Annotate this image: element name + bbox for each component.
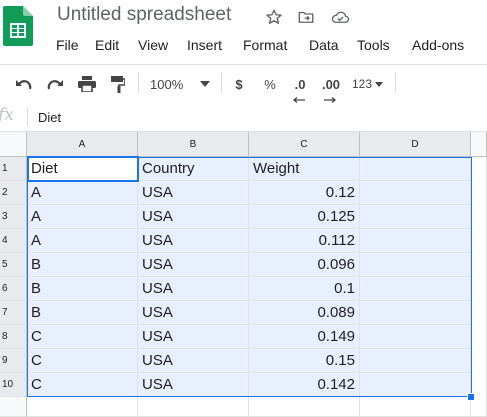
column-header-e[interactable] [471,132,487,157]
cell-d4[interactable] [360,229,471,253]
cell-b3[interactable]: USA [138,205,249,229]
formula-bar [0,103,487,132]
row-header[interactable]: 2 [0,181,27,205]
star-icon[interactable] [265,8,283,26]
column-header-c[interactable]: C [249,132,360,157]
chevron-down-icon[interactable] [373,73,385,95]
cell-a3[interactable]: A [27,205,138,229]
row-header[interactable]: 1 [0,157,27,181]
menu-data[interactable]: Data [309,37,339,53]
spreadsheet-grid[interactable]: A B C D 1 2 3 4 5 6 7 8 9 10 Diet Countr… [0,132,487,417]
formula-input[interactable]: Diet [38,110,61,125]
cell-c7[interactable]: 0.089 [249,301,360,325]
fx-icon: fx [0,105,14,125]
cell-b8[interactable]: USA [138,325,249,349]
document-title[interactable]: Untitled spreadsheet [57,4,231,26]
cell-c5[interactable]: 0.096 [249,253,360,277]
cell-b4[interactable]: USA [138,229,249,253]
cell-b5[interactable]: USA [138,253,249,277]
row-header[interactable]: 8 [0,325,27,349]
toolbar-divider [221,73,222,93]
cell-c3[interactable]: 0.125 [249,205,360,229]
cell-d7[interactable] [360,301,471,325]
cell-c6[interactable]: 0.1 [249,277,360,301]
column-header-d[interactable]: D [360,132,471,157]
zoom-value: 100% [150,76,184,92]
menu-tools[interactable]: Tools [357,37,390,53]
cell-a6[interactable]: B [27,277,138,301]
number-format-label: 123 [351,77,373,91]
cell-c10[interactable]: 0.142 [249,373,360,397]
cell-c8[interactable]: 0.149 [249,325,360,349]
menu-file[interactable]: File [56,37,79,53]
menu-insert[interactable]: Insert [187,37,222,53]
cell-b1[interactable]: Country [138,157,249,181]
cell-a5[interactable]: B [27,253,138,277]
sheets-logo-icon[interactable] [3,6,33,46]
row-header[interactable] [0,397,27,417]
column-header-b[interactable]: B [138,132,249,157]
formula-bar-divider [27,108,28,126]
paint-format-icon[interactable] [108,73,128,95]
column-header-a[interactable]: A [27,132,138,157]
cell-b7[interactable]: USA [138,301,249,325]
cell-a2[interactable]: A [27,181,138,205]
column-e-cells[interactable] [471,157,487,417]
select-all-corner[interactable] [0,132,27,157]
arrow-right-icon [324,90,337,103]
percent-format-button[interactable]: % [263,73,277,95]
cell-d5[interactable] [360,253,471,277]
cell-d10[interactable] [360,373,471,397]
cell-b9[interactable]: USA [138,349,249,373]
menu-edit[interactable]: Edit [95,37,119,53]
menu-view[interactable]: View [138,37,168,53]
cell-a9[interactable]: C [27,349,138,373]
row-header[interactable]: 3 [0,205,27,229]
row-header[interactable]: 6 [0,277,27,301]
zoom-select[interactable]: 100% [150,73,190,95]
row-header[interactable]: 5 [0,253,27,277]
cell-c11[interactable] [249,397,360,417]
row-header[interactable]: 7 [0,301,27,325]
cell-a11[interactable] [27,397,138,417]
move-to-folder-icon[interactable] [297,8,315,26]
row-header[interactable]: 9 [0,349,27,373]
menu-add-ons[interactable]: Add-ons [412,37,464,53]
cell-a10[interactable]: C [27,373,138,397]
currency-format-button[interactable]: $ [232,73,246,95]
cell-d3[interactable] [360,205,471,229]
undo-icon[interactable] [13,73,35,95]
row-header[interactable]: 4 [0,229,27,253]
cell-b10[interactable]: USA [138,373,249,397]
row-header[interactable]: 10 [0,373,27,397]
redo-icon[interactable] [44,73,66,95]
cell-c1[interactable]: Weight [249,157,360,181]
cell-c9[interactable]: 0.15 [249,349,360,373]
cell-c4[interactable]: 0.112 [249,229,360,253]
cell-d2[interactable] [360,181,471,205]
fill-handle[interactable] [467,393,475,401]
number-format-button[interactable]: 123 [351,73,373,95]
toolbar-divider [395,73,396,93]
cell-c2[interactable]: 0.12 [249,181,360,205]
cell-d9[interactable] [360,349,471,373]
arrow-left-icon [292,90,305,103]
cell-a4[interactable]: A [27,229,138,253]
cell-d11[interactable] [360,397,471,417]
cell-a8[interactable]: C [27,325,138,349]
cell-a1[interactable]: Diet [27,157,138,181]
cell-b2[interactable]: USA [138,181,249,205]
print-icon[interactable] [76,73,98,95]
cell-d8[interactable] [360,325,471,349]
cell-b6[interactable]: USA [138,277,249,301]
cloud-status-icon[interactable] [330,8,350,26]
cell-a7[interactable]: B [27,301,138,325]
cell-b11[interactable] [138,397,249,417]
chevron-down-icon[interactable] [198,73,212,95]
cell-d6[interactable] [360,277,471,301]
cell-d1[interactable] [360,157,471,181]
toolbar-divider [138,73,139,93]
menu-format[interactable]: Format [243,37,287,53]
